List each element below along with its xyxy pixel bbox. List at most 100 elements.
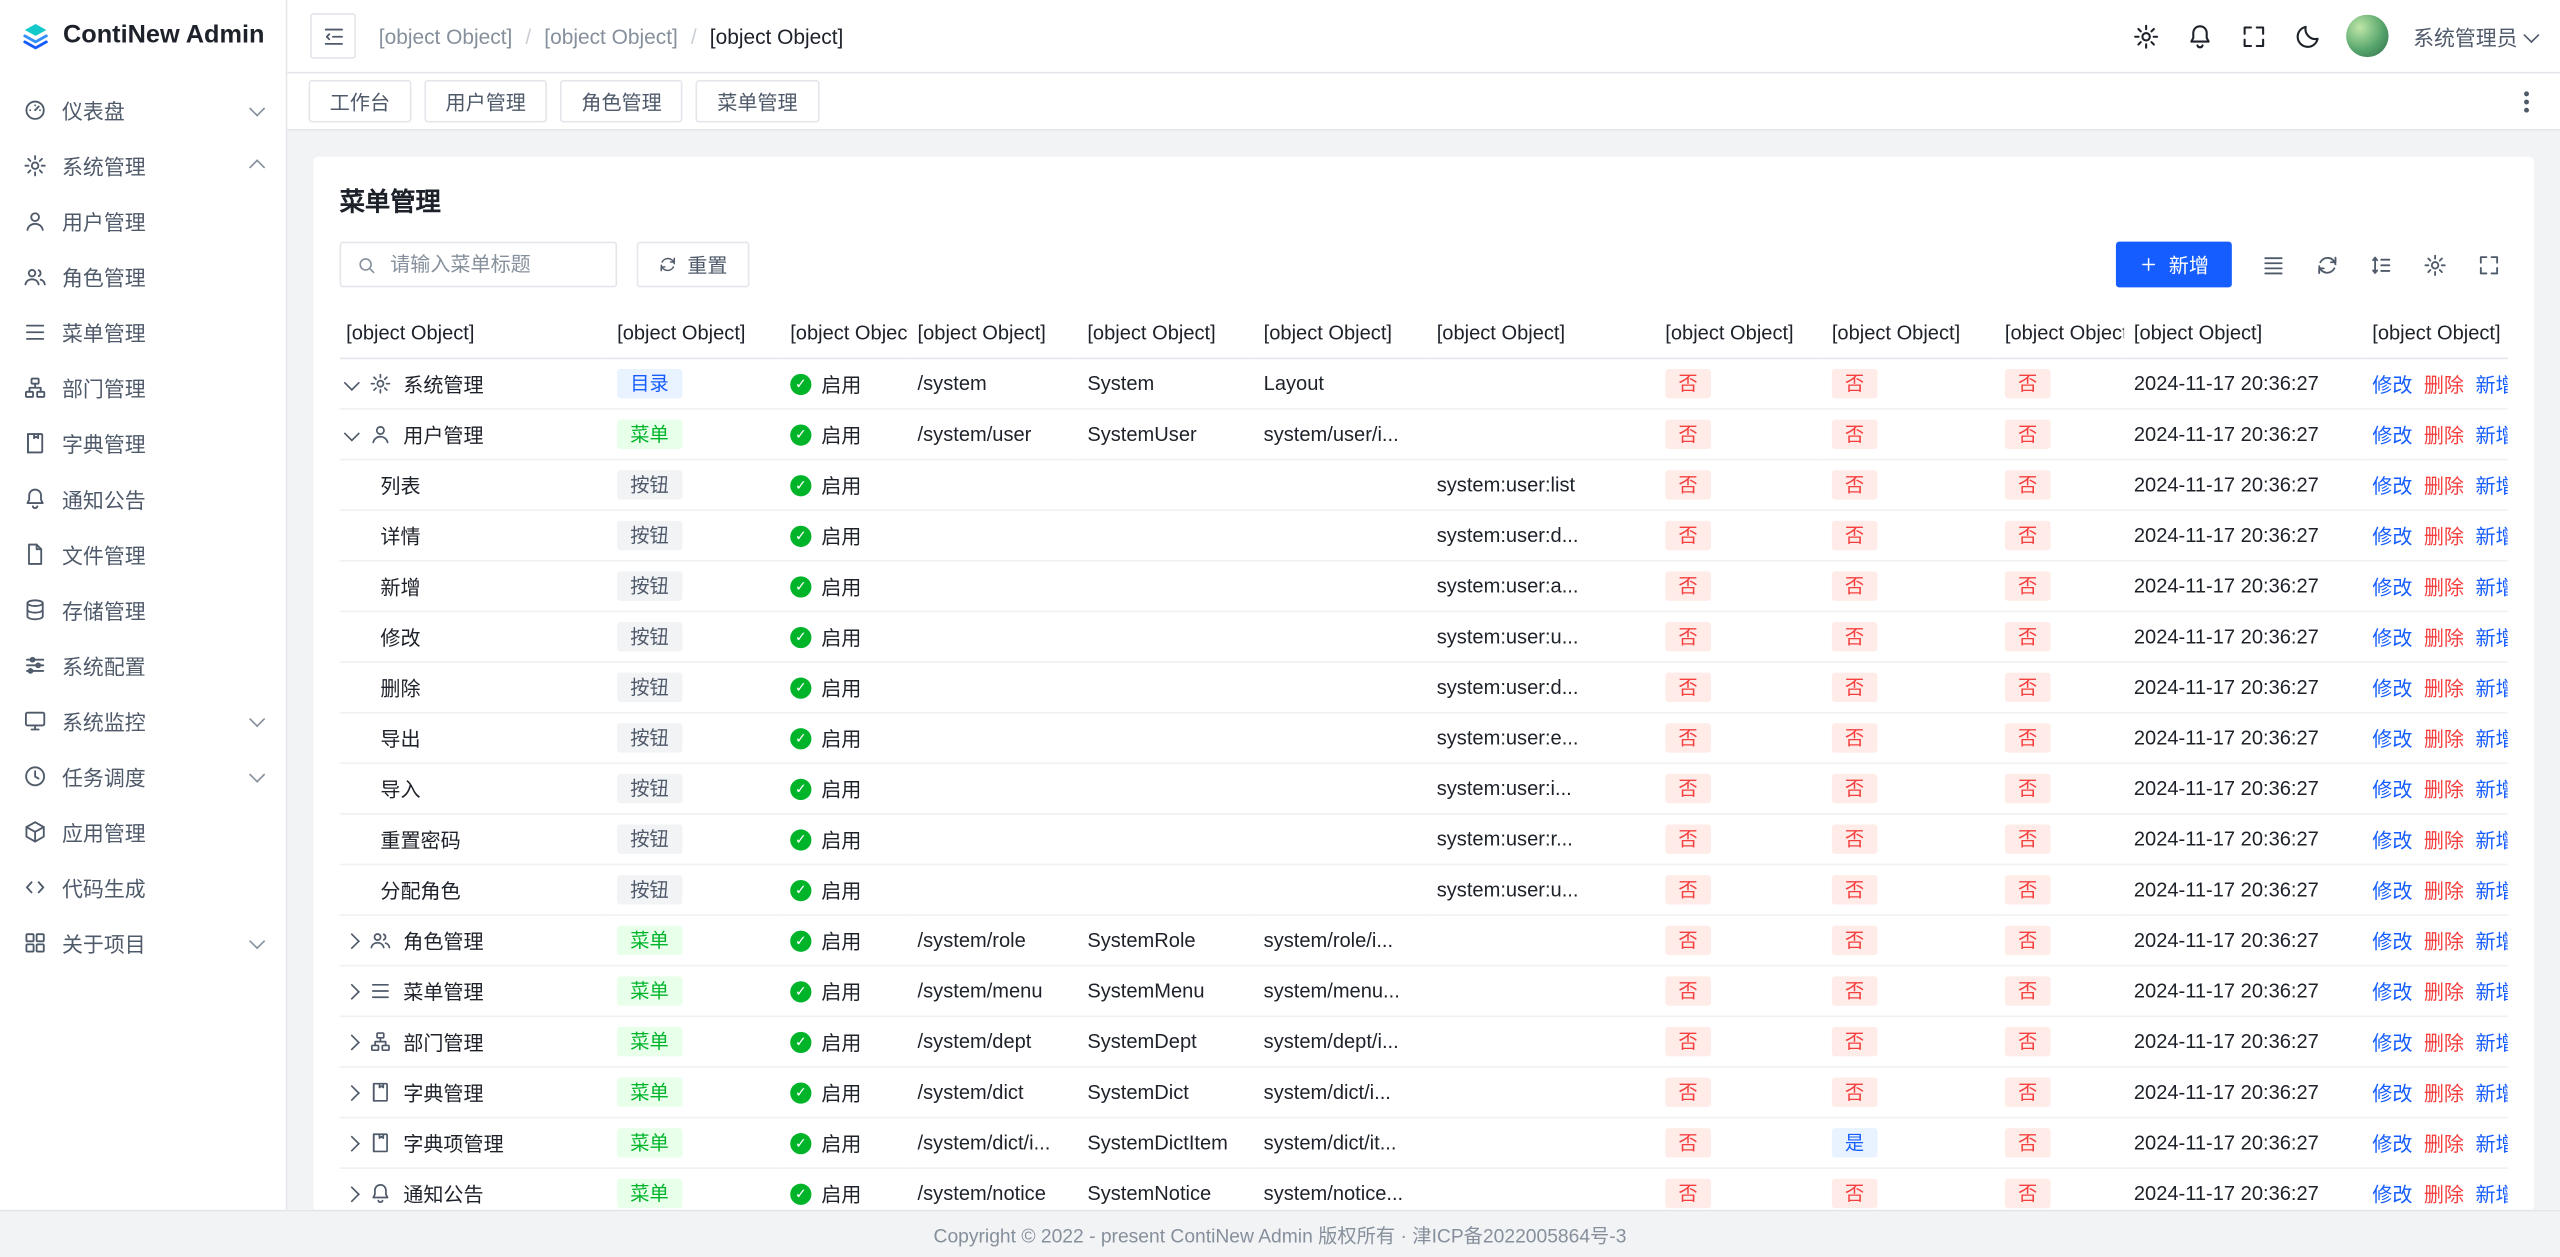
delete-link[interactable]: 删除 xyxy=(2424,931,2464,954)
sidebar-item[interactable]: 部门管理 xyxy=(0,359,286,415)
add-link[interactable]: 新增 xyxy=(2475,1082,2507,1105)
edit-link[interactable]: 修改 xyxy=(2372,1082,2412,1105)
sidebar-item[interactable]: 存储管理 xyxy=(0,581,286,637)
delete-link[interactable]: 删除 xyxy=(2424,981,2464,1004)
edit-link[interactable]: 修改 xyxy=(2372,1184,2412,1207)
sidebar-item[interactable]: 字典管理 xyxy=(0,415,286,471)
add-link[interactable]: 新增 xyxy=(2475,1032,2507,1055)
delete-link[interactable]: 删除 xyxy=(2424,1184,2464,1207)
add-link[interactable]: 新增 xyxy=(2475,576,2507,599)
user-menu[interactable]: 系统管理员 xyxy=(2413,20,2537,51)
sidebar-item[interactable]: 任务调度 xyxy=(0,748,286,804)
view-tab[interactable]: 工作台 xyxy=(309,80,412,122)
sidebar-item[interactable]: 角色管理 xyxy=(0,248,286,304)
add-link[interactable]: 新增 xyxy=(2475,728,2507,751)
tab-more-icon[interactable] xyxy=(2524,99,2529,104)
sidebar-item[interactable]: 系统监控 xyxy=(0,692,286,748)
reset-button[interactable]: 重置 xyxy=(637,242,749,288)
delete-link[interactable]: 删除 xyxy=(2424,728,2464,751)
edit-link[interactable]: 修改 xyxy=(2372,475,2412,498)
breadcrumb-item[interactable]: [object Object] / xyxy=(544,24,710,48)
add-link[interactable]: 新增 xyxy=(2475,981,2507,1004)
edit-link[interactable]: 修改 xyxy=(2372,728,2412,751)
expand-toggle-icon[interactable] xyxy=(344,374,360,390)
edit-link[interactable]: 修改 xyxy=(2372,424,2412,447)
expand-toggle-icon[interactable] xyxy=(344,983,360,999)
add-link[interactable]: 新增 xyxy=(2475,475,2507,498)
expand-toggle-icon[interactable] xyxy=(344,932,360,948)
expand-toggle-icon[interactable] xyxy=(344,1084,360,1100)
delete-link[interactable]: 删除 xyxy=(2424,1032,2464,1055)
refresh-icon[interactable] xyxy=(2307,245,2346,284)
delete-link[interactable]: 删除 xyxy=(2424,678,2464,701)
add-link[interactable]: 新增 xyxy=(2475,1184,2507,1207)
add-link[interactable]: 新增 xyxy=(2475,627,2507,650)
view-tab[interactable]: 菜单管理 xyxy=(696,80,819,122)
sidebar-item[interactable]: 系统管理 xyxy=(0,137,286,193)
search-input[interactable] xyxy=(387,251,601,277)
add-link[interactable]: 新增 xyxy=(2475,678,2507,701)
edit-link[interactable]: 修改 xyxy=(2372,981,2412,1004)
settings-icon[interactable] xyxy=(2131,21,2160,50)
breadcrumb-item[interactable]: [object Object] / xyxy=(710,24,844,48)
breadcrumb-item[interactable]: [object Object] / xyxy=(379,24,545,48)
sidebar-item[interactable]: 代码生成 xyxy=(0,859,286,915)
sidebar-item[interactable]: 关于项目 xyxy=(0,914,286,970)
density-icon[interactable] xyxy=(2253,245,2292,284)
expand-toggle-icon[interactable] xyxy=(344,1135,360,1151)
sidebar-item[interactable]: 菜单管理 xyxy=(0,304,286,360)
edit-link[interactable]: 修改 xyxy=(2372,627,2412,650)
delete-link[interactable]: 删除 xyxy=(2424,424,2464,447)
add-link[interactable]: 新增 xyxy=(2475,526,2507,549)
sidebar-item[interactable]: 用户管理 xyxy=(0,193,286,249)
delete-link[interactable]: 删除 xyxy=(2424,374,2464,397)
delete-link[interactable]: 删除 xyxy=(2424,779,2464,802)
edit-link[interactable]: 修改 xyxy=(2372,526,2412,549)
edit-link[interactable]: 修改 xyxy=(2372,678,2412,701)
menu-item-icon xyxy=(346,727,369,750)
sidebar-item[interactable]: 仪表盘 xyxy=(0,82,286,138)
cell-created-time: 2024-11-17 20:36:27 xyxy=(2124,864,2362,915)
add-link[interactable]: 新增 xyxy=(2475,931,2507,954)
edit-link[interactable]: 修改 xyxy=(2372,880,2412,903)
edit-link[interactable]: 修改 xyxy=(2372,576,2412,599)
edit-link[interactable]: 修改 xyxy=(2372,779,2412,802)
collapse-sidebar-button[interactable] xyxy=(310,13,356,59)
view-tab[interactable]: 用户管理 xyxy=(424,80,547,122)
delete-link[interactable]: 删除 xyxy=(2424,829,2464,852)
edit-link[interactable]: 修改 xyxy=(2372,829,2412,852)
avatar[interactable] xyxy=(2346,15,2388,57)
delete-link[interactable]: 删除 xyxy=(2424,1082,2464,1105)
delete-link[interactable]: 删除 xyxy=(2424,475,2464,498)
expand-toggle-icon[interactable] xyxy=(344,425,360,441)
expand-toggle-icon[interactable] xyxy=(344,1185,360,1201)
delete-link[interactable]: 删除 xyxy=(2424,627,2464,650)
row-height-icon[interactable] xyxy=(2361,245,2400,284)
fullscreen-icon[interactable] xyxy=(2238,21,2267,50)
dark-mode-icon[interactable] xyxy=(2292,21,2321,50)
sidebar-item[interactable]: 通知公告 xyxy=(0,470,286,526)
add-button[interactable]: 新增 xyxy=(2117,242,2232,288)
add-link[interactable]: 新增 xyxy=(2475,829,2507,852)
sidebar-item[interactable]: 系统配置 xyxy=(0,637,286,693)
column-settings-icon[interactable] xyxy=(2415,245,2454,284)
delete-link[interactable]: 删除 xyxy=(2424,1133,2464,1156)
add-link[interactable]: 新增 xyxy=(2475,880,2507,903)
edit-link[interactable]: 修改 xyxy=(2372,931,2412,954)
delete-link[interactable]: 删除 xyxy=(2424,526,2464,549)
delete-link[interactable]: 删除 xyxy=(2424,880,2464,903)
notification-icon[interactable] xyxy=(2185,21,2214,50)
expand-toggle-icon[interactable] xyxy=(344,1034,360,1050)
add-link[interactable]: 新增 xyxy=(2475,779,2507,802)
delete-link[interactable]: 删除 xyxy=(2424,576,2464,599)
sidebar-item[interactable]: 应用管理 xyxy=(0,803,286,859)
add-link[interactable]: 新增 xyxy=(2475,1133,2507,1156)
edit-link[interactable]: 修改 xyxy=(2372,1032,2412,1055)
add-link[interactable]: 新增 xyxy=(2475,424,2507,447)
sidebar-item[interactable]: 文件管理 xyxy=(0,526,286,582)
edit-link[interactable]: 修改 xyxy=(2372,1133,2412,1156)
edit-link[interactable]: 修改 xyxy=(2372,374,2412,397)
view-tab[interactable]: 角色管理 xyxy=(560,80,683,122)
table-fullscreen-icon[interactable] xyxy=(2469,245,2508,284)
add-link[interactable]: 新增 xyxy=(2475,374,2507,397)
